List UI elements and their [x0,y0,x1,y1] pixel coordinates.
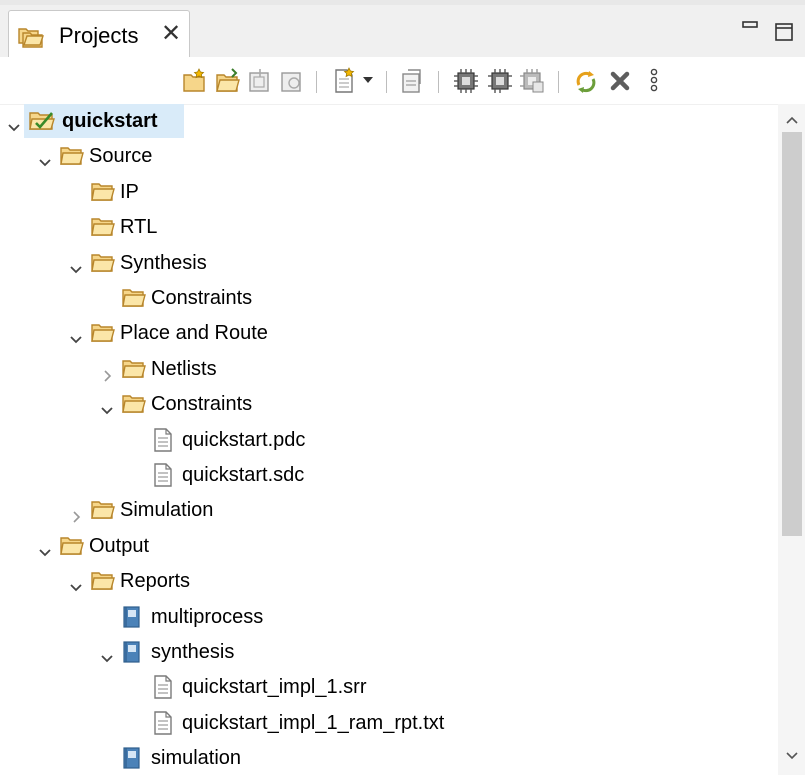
tree-item-label: quickstart_impl_1.srr [182,676,367,698]
chevron-right-icon[interactable] [68,502,84,523]
refresh-icon[interactable] [572,67,600,95]
project-tree: quickstart Source IP RTL Synthesis Constraint… [0,104,778,775]
tree-item[interactable]: RTL [0,210,778,244]
chevron-down-icon[interactable] [99,644,115,663]
report-icon [121,605,147,629]
tree-item[interactable]: quickstart.pdc [0,423,778,457]
toolbar-separator [316,71,317,93]
open-folder-icon[interactable] [214,67,242,95]
folder-icon [121,357,147,381]
tree-item-label: quickstart [62,110,158,132]
tab-projects[interactable]: Projects ✕ [8,10,190,62]
toolbar-separator [438,71,439,93]
vertical-scrollbar[interactable] [778,104,805,775]
chevron-down-icon[interactable] [37,538,53,557]
folder-icon [59,534,85,558]
tree-item-label: Netlists [151,358,217,380]
tree-item-label: synthesis [151,641,235,663]
scroll-up-icon[interactable] [784,112,800,128]
tree-item[interactable]: multiprocess [0,600,778,634]
minimize-icon[interactable] [740,19,762,33]
tree-item[interactable]: Reports [0,564,778,598]
folder-icon [121,392,147,416]
file-icon [152,675,178,699]
tree-item[interactable]: synthesis [0,635,778,669]
new-file-icon[interactable] [180,67,208,95]
file-icon [152,711,178,735]
project-icon [28,109,55,133]
file-icon [152,428,178,452]
tree-item-label: quickstart.sdc [182,464,305,486]
chevron-down-icon[interactable] [68,325,84,344]
folder-icon [90,498,116,522]
tree-item-label: multiprocess [151,606,264,628]
report-icon [121,746,147,770]
report-icon [121,640,147,664]
tree-item-label: Reports [120,570,191,592]
tree-item[interactable]: quickstart_impl_1_ram_rpt.txt [0,706,778,740]
tree-item-label: quickstart_impl_1_ram_rpt.txt [182,712,445,734]
tree-item-label: simulation [151,747,242,769]
tree-item[interactable]: Simulation [0,493,778,527]
tree-item-label: Synthesis [120,252,207,274]
tree-item-label: Simulation [120,499,214,521]
folder-icon [90,321,116,345]
export-icon[interactable] [278,67,306,95]
folder-icon [90,215,116,239]
chevron-down-icon[interactable] [99,396,115,415]
panel-tab-bar: Projects ✕ [0,5,805,62]
folder-icon [121,286,147,310]
toolbar-separator [558,71,559,93]
folder-icon [90,180,116,204]
chip-save-icon[interactable] [518,67,546,95]
toolbar-separator [386,71,387,93]
project-toolbar [0,57,805,105]
tree-item-label: IP [120,181,139,203]
chevron-down-icon[interactable] [37,148,53,167]
folder-icon [90,569,116,593]
projects-icon [17,23,51,49]
tree-item-label: Output [89,535,150,557]
tree-item[interactable]: Netlists [0,352,778,386]
tree-item[interactable]: Synthesis [0,246,778,280]
add-source-icon[interactable] [330,67,358,95]
chevron-down-icon[interactable] [6,113,22,132]
properties-icon[interactable] [398,67,426,95]
tab-label: Projects [59,23,139,48]
scroll-down-icon[interactable] [784,748,800,764]
scrollbar-thumb[interactable] [782,132,802,536]
tree-item[interactable]: Constraints [0,281,778,315]
tree-item[interactable]: quickstart_impl_1.srr [0,670,778,704]
chevron-right-icon[interactable] [99,361,115,382]
chevron-down-icon[interactable] [68,255,84,274]
tree-item[interactable]: simulation [0,741,778,775]
more-icon[interactable] [648,67,660,95]
tree-item[interactable]: Constraints [0,387,778,421]
tree-item-label: RTL [120,216,158,238]
chevron-down-icon[interactable] [68,573,84,592]
close-icon[interactable]: ✕ [159,21,183,47]
file-icon [152,463,178,487]
dropdown-icon[interactable] [362,75,374,103]
tree-item[interactable]: Source [0,139,778,173]
chip-run-icon[interactable] [486,67,514,95]
tree-item[interactable]: Output [0,529,778,563]
folder-icon [90,251,116,275]
tree-item[interactable]: IP [0,175,778,209]
import-icon[interactable] [246,67,274,95]
tree-item-label: Source [89,145,153,167]
tree-item-label: Constraints [151,393,253,415]
tree-item-label: Place and Route [120,322,268,344]
chip-icon[interactable] [452,67,480,95]
tree-item[interactable]: quickstart.sdc [0,458,778,492]
folder-icon [59,144,85,168]
tree-item-label: quickstart.pdc [182,429,306,451]
tree-item-label: Constraints [151,287,253,309]
maximize-icon[interactable] [773,21,795,43]
tree-item[interactable]: quickstart [0,104,778,138]
tree-item[interactable]: Place and Route [0,316,778,350]
delete-icon[interactable] [606,67,634,95]
